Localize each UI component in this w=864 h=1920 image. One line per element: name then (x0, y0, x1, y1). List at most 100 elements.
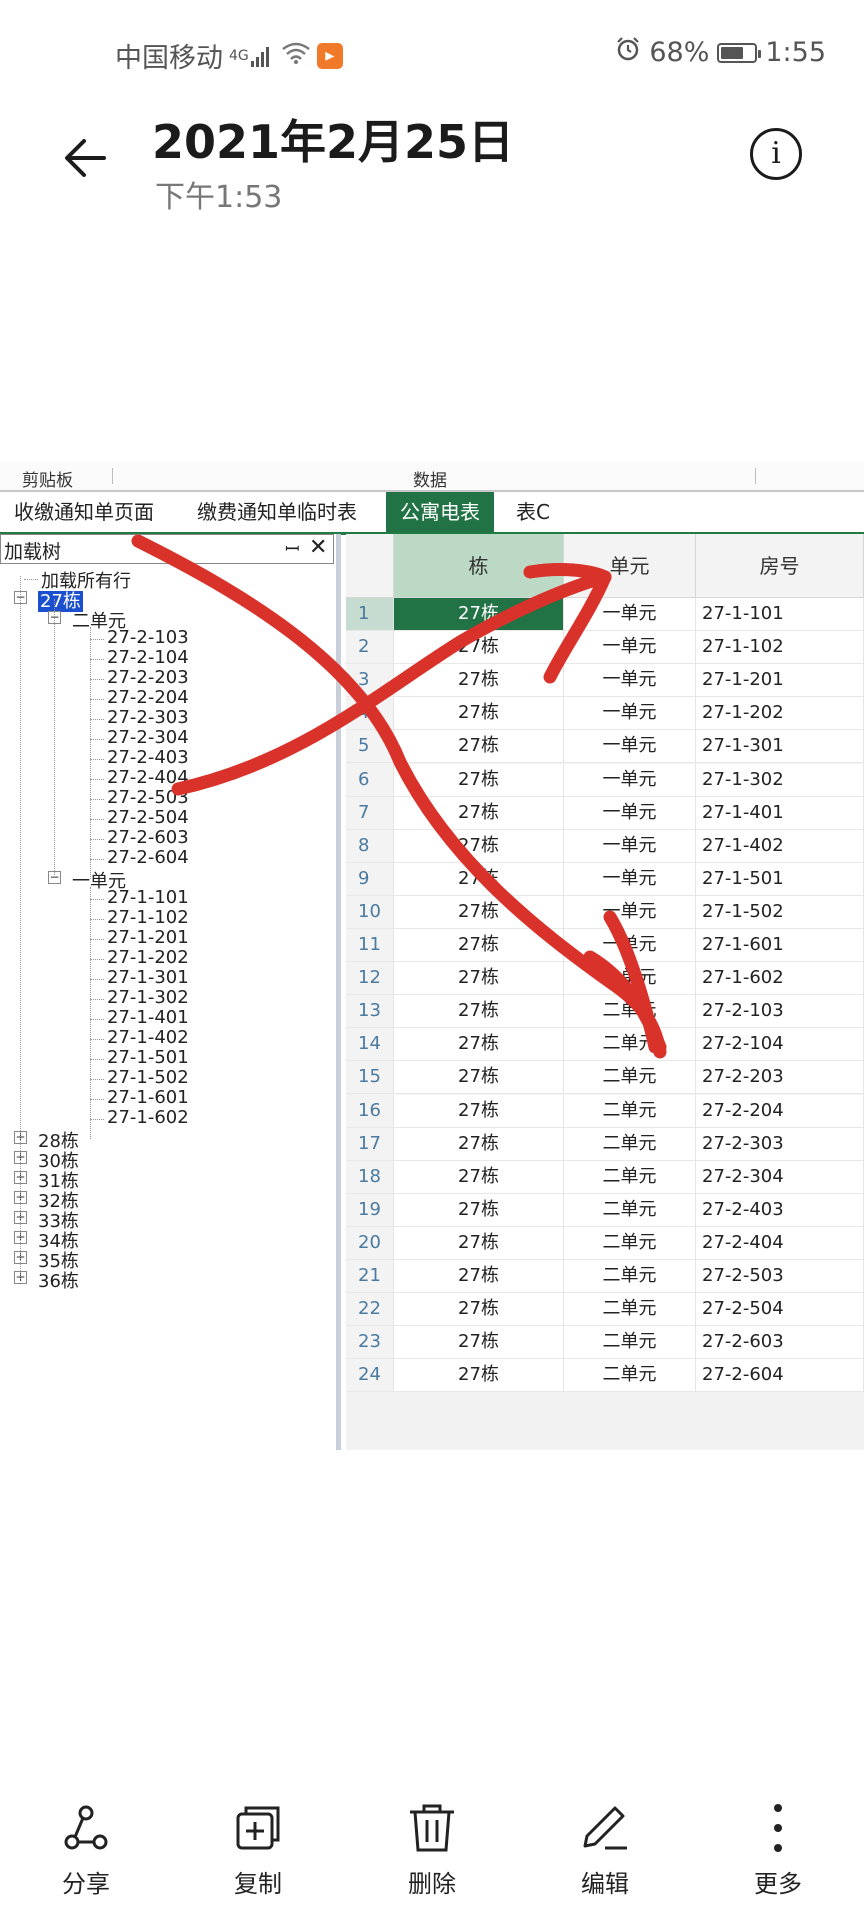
row-number[interactable]: 1 (346, 598, 394, 631)
cell-room[interactable]: 27-2-104 (696, 1028, 864, 1062)
pin-icon[interactable]: ꟷ (285, 537, 300, 561)
cell-unit[interactable]: 一单元 (564, 598, 696, 631)
tab-temp-table[interactable]: 缴费通知单临时表 (197, 492, 357, 532)
cell-unit[interactable]: 二单元 (564, 1260, 696, 1293)
tree-node-room[interactable]: 27-1-501 (107, 1047, 189, 1068)
row-number[interactable]: 2 (346, 631, 394, 665)
tree-node-room[interactable]: 27-1-202 (107, 947, 189, 968)
cell-building[interactable]: 27栋 (394, 929, 564, 962)
cell-room[interactable]: 27-2-303 (696, 1127, 864, 1161)
cell-unit[interactable]: 二单元 (564, 1359, 696, 1393)
cell-unit[interactable]: 二单元 (564, 1061, 696, 1095)
cell-room[interactable]: 27-1-601 (696, 929, 864, 962)
cell-room[interactable]: 27-1-302 (696, 763, 864, 797)
cell-unit[interactable]: 一单元 (564, 862, 696, 896)
tree-node-room[interactable]: 27-2-104 (107, 647, 189, 668)
cell-building[interactable]: 27栋 (394, 1094, 564, 1128)
cell-room[interactable]: 27-2-603 (696, 1326, 864, 1360)
tree-node-room[interactable]: 27-1-102 (107, 907, 189, 928)
cell-building[interactable]: 27栋 (394, 895, 564, 929)
cell-building[interactable]: 27栋 (394, 1293, 564, 1327)
tab-table-c[interactable]: 表C (516, 492, 550, 532)
tab-apartment-meter[interactable]: 公寓电表 (386, 492, 494, 532)
cell-building[interactable]: 27栋 (394, 995, 564, 1029)
tree-node-room[interactable]: 27-1-101 (107, 887, 189, 908)
cell-room[interactable]: 27-1-301 (696, 730, 864, 764)
cell-building[interactable]: 27栋 (394, 664, 564, 698)
row-number[interactable]: 5 (346, 730, 394, 764)
cell-building[interactable]: 27栋 (394, 1028, 564, 1062)
cell-room[interactable]: 27-1-602 (696, 962, 864, 996)
row-number[interactable]: 11 (346, 929, 394, 962)
tree-node-room[interactable]: 27-1-302 (107, 987, 189, 1008)
cell-unit[interactable]: 二单元 (564, 995, 696, 1029)
tree-node-room[interactable]: 27-2-603 (107, 827, 189, 848)
cell-building[interactable]: 27栋 (394, 1260, 564, 1293)
tree-node-room[interactable]: 27-2-303 (107, 707, 189, 728)
tab-receipt-page[interactable]: 收缴通知单页面 (14, 492, 154, 532)
cell-room[interactable]: 27-1-201 (696, 664, 864, 698)
cell-unit[interactable]: 一单元 (564, 796, 696, 830)
cell-unit[interactable]: 一单元 (564, 697, 696, 731)
cell-building[interactable]: 27栋 (394, 796, 564, 830)
cell-building[interactable]: 27栋 (394, 1127, 564, 1161)
cell-room[interactable]: 27-2-604 (696, 1359, 864, 1393)
column-header-room[interactable]: 房号 (696, 534, 864, 598)
row-number[interactable]: 9 (346, 862, 394, 896)
cell-building[interactable]: 27栋 (394, 631, 564, 665)
cell-room[interactable]: 27-2-304 (696, 1160, 864, 1194)
cell-building[interactable]: 27栋 (394, 829, 564, 863)
cell-room[interactable]: 27-1-501 (696, 862, 864, 896)
row-number[interactable]: 23 (346, 1326, 394, 1360)
tree-node-room[interactable]: 27-2-203 (107, 667, 189, 688)
tree-node-room[interactable]: 27-1-601 (107, 1087, 189, 1108)
tree-node-room[interactable]: 27-2-103 (107, 627, 189, 648)
tree-node-room[interactable]: 27-2-503 (107, 787, 189, 808)
cell-unit[interactable]: 一单元 (564, 929, 696, 962)
cell-room[interactable]: 27-2-403 (696, 1193, 864, 1227)
row-number[interactable]: 21 (346, 1260, 394, 1293)
more-button[interactable]: 更多 (718, 1800, 838, 1899)
row-number[interactable]: 22 (346, 1293, 394, 1327)
cell-building[interactable]: 27栋 (394, 730, 564, 764)
cell-building[interactable]: 27栋 (394, 962, 564, 996)
row-number[interactable]: 7 (346, 796, 394, 830)
row-number[interactable]: 8 (346, 829, 394, 863)
row-number[interactable]: 24 (346, 1359, 394, 1393)
column-header-unit[interactable]: 单元 (564, 534, 696, 598)
cell-building[interactable]: 27栋 (394, 1160, 564, 1194)
row-number[interactable]: 17 (346, 1127, 394, 1161)
cell-unit[interactable]: 一单元 (564, 664, 696, 698)
tree-node-room[interactable]: 27-2-604 (107, 847, 189, 868)
cell-room[interactable]: 27-1-502 (696, 895, 864, 929)
row-number[interactable]: 12 (346, 962, 394, 996)
cell-building[interactable]: 27栋 (394, 763, 564, 797)
copy-button[interactable]: 复制 (198, 1800, 318, 1899)
back-arrow-icon[interactable] (58, 130, 114, 186)
row-number[interactable]: 20 (346, 1226, 394, 1260)
row-number[interactable]: 13 (346, 995, 394, 1029)
cell-room[interactable]: 27-1-401 (696, 796, 864, 830)
cell-room[interactable]: 27-2-504 (696, 1293, 864, 1327)
cell-unit[interactable]: 一单元 (564, 730, 696, 764)
cell-building[interactable]: 27栋 (394, 1326, 564, 1360)
cell-unit[interactable]: 一单元 (564, 631, 696, 665)
tree-node-room[interactable]: 27-1-402 (107, 1027, 189, 1048)
row-number[interactable]: 3 (346, 664, 394, 698)
cell-unit[interactable]: 二单元 (564, 1028, 696, 1062)
cell-unit[interactable]: 二单元 (564, 1226, 696, 1260)
cell-unit[interactable]: 二单元 (564, 1094, 696, 1128)
cell-unit[interactable]: 一单元 (564, 829, 696, 863)
row-number[interactable]: 19 (346, 1193, 394, 1227)
cell-unit[interactable]: 二单元 (564, 1193, 696, 1227)
cell-room[interactable]: 27-2-404 (696, 1226, 864, 1260)
cell-unit[interactable]: 二单元 (564, 1160, 696, 1194)
cell-room[interactable]: 27-2-203 (696, 1061, 864, 1095)
row-number[interactable]: 4 (346, 697, 394, 731)
cell-room[interactable]: 27-2-503 (696, 1260, 864, 1293)
cell-building[interactable]: 27栋 (394, 697, 564, 731)
tree-node-building[interactable]: 36栋 (38, 1267, 79, 1293)
cell-unit[interactable]: 二单元 (564, 1293, 696, 1327)
close-icon[interactable]: ✕ (309, 535, 327, 560)
tree-node-room[interactable]: 27-2-204 (107, 687, 189, 708)
